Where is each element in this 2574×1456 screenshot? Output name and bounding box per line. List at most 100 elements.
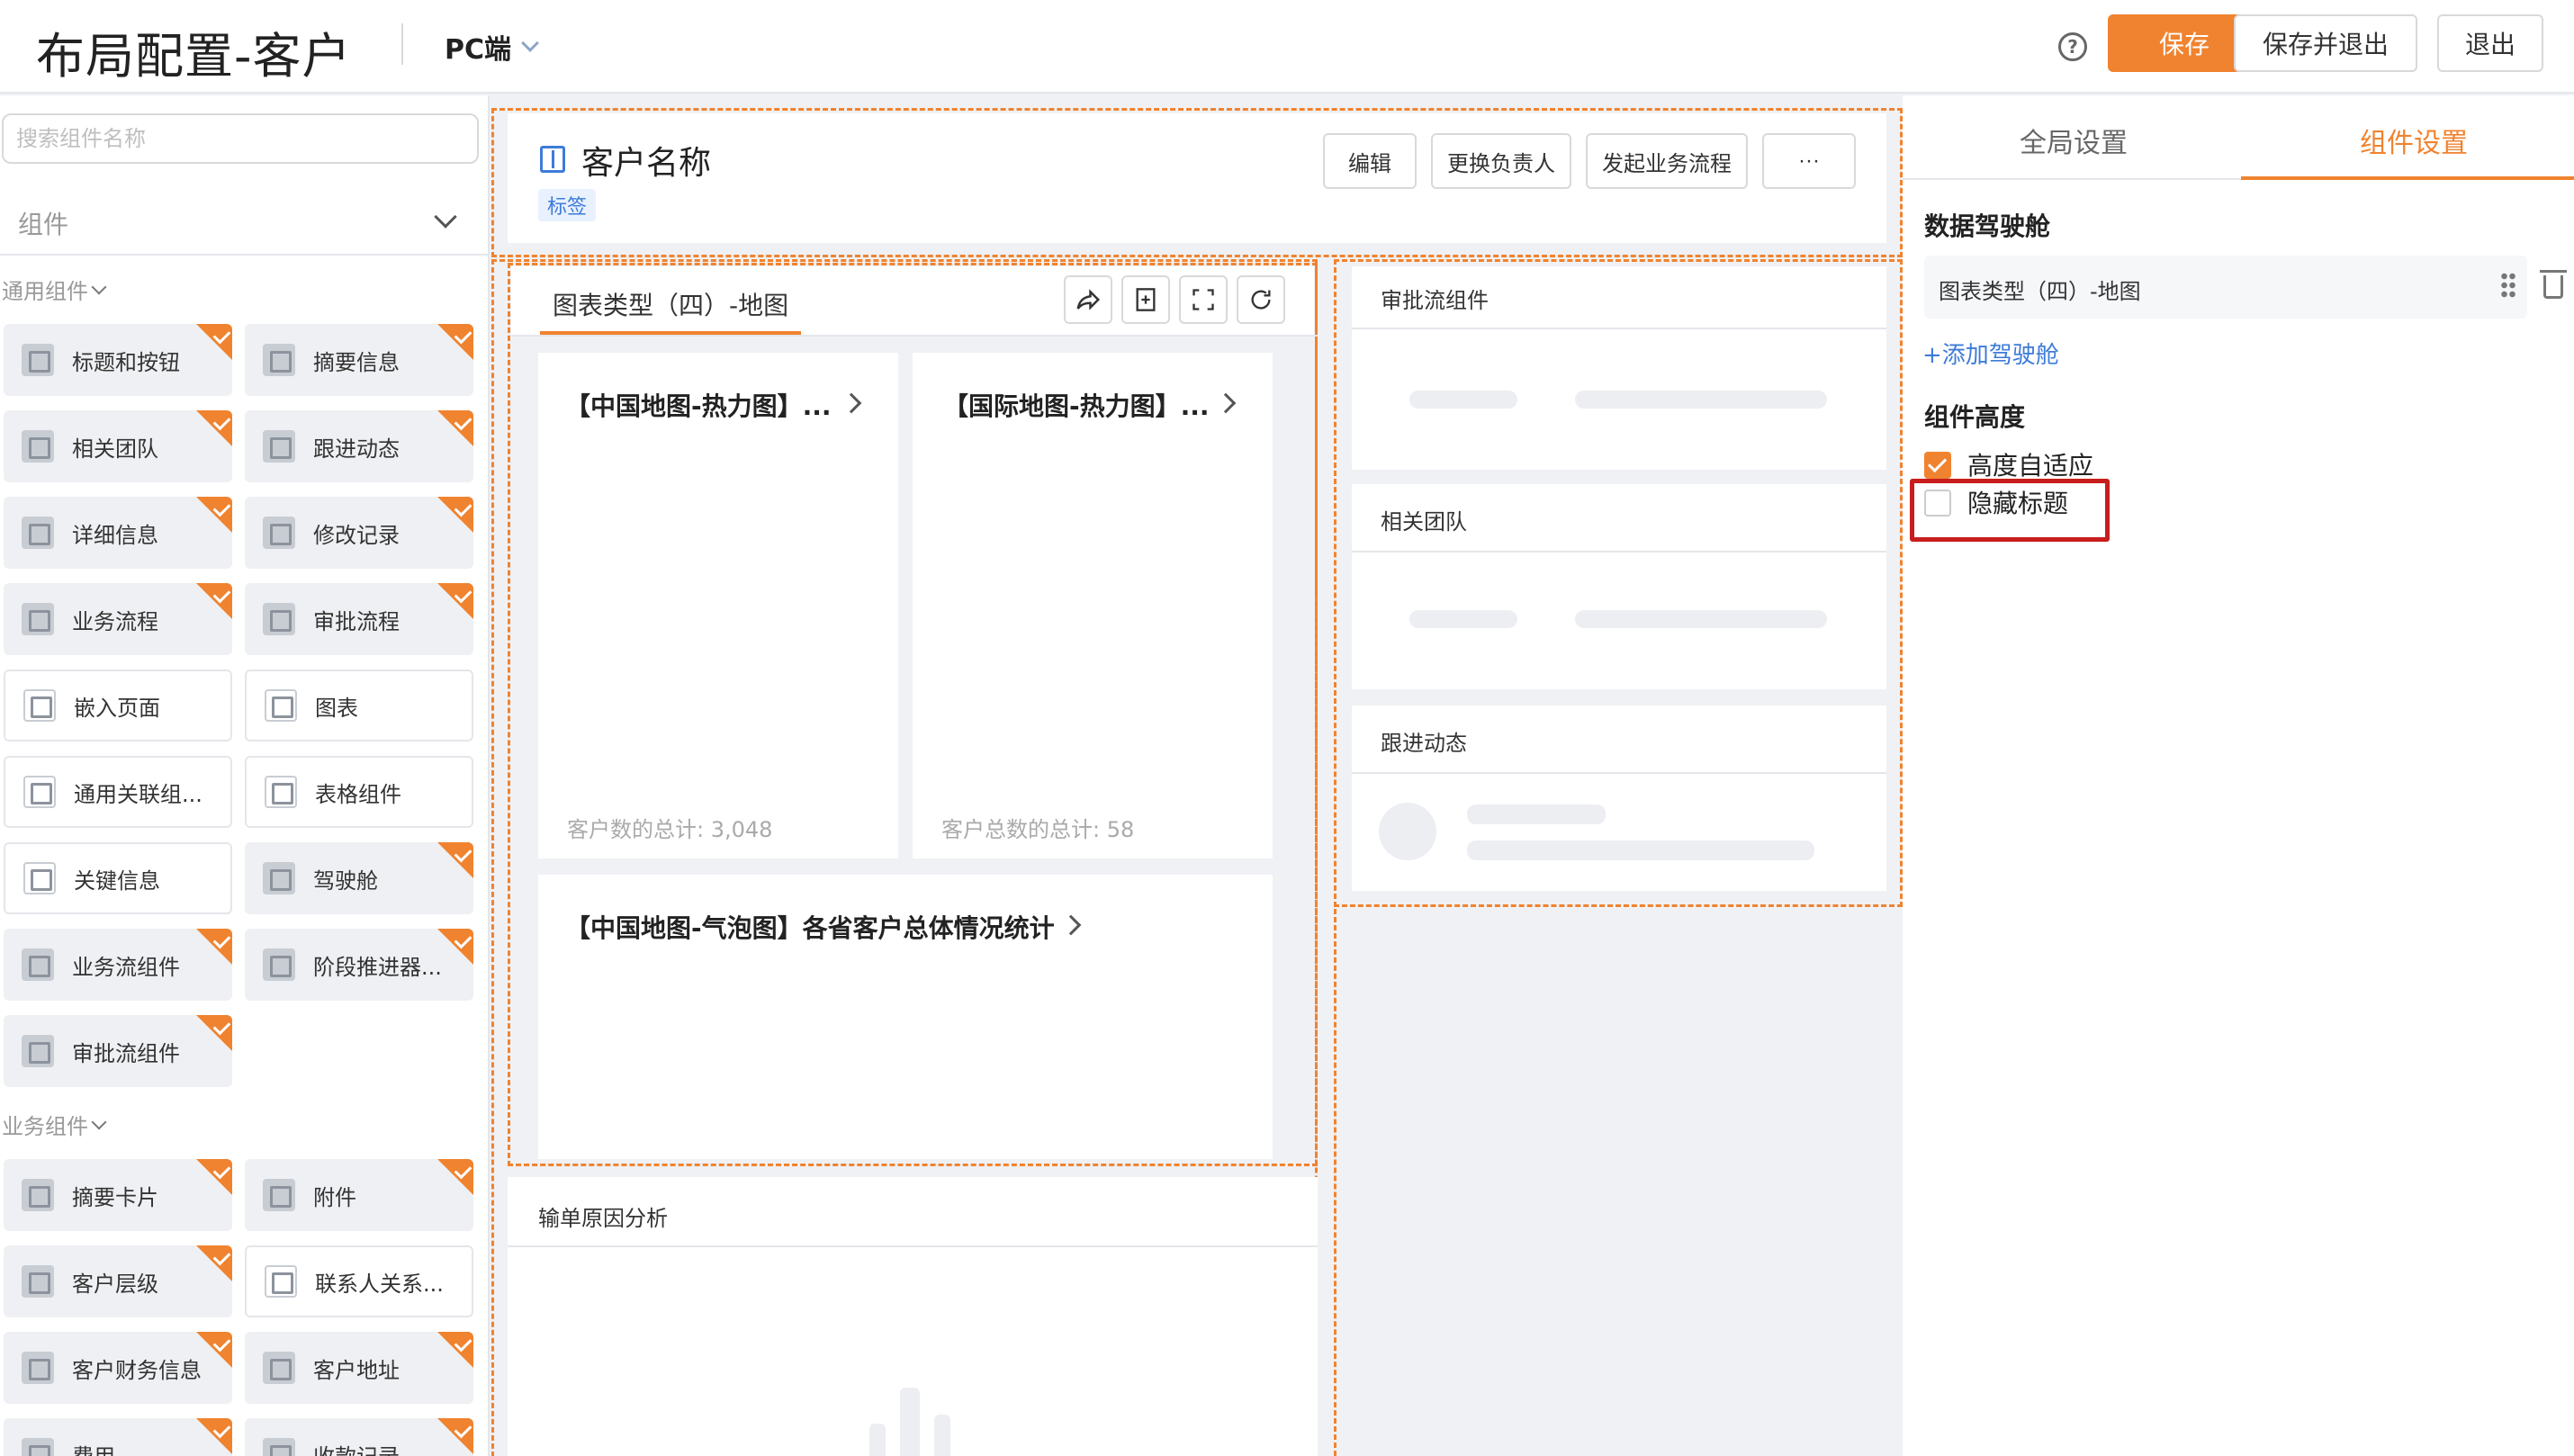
customer-tag: 标签	[538, 189, 597, 221]
component-tile[interactable]: 图表	[245, 670, 473, 741]
component-tile[interactable]: 审批流程	[245, 583, 473, 655]
component-tile[interactable]: 嵌入页面	[4, 670, 232, 741]
component-tile[interactable]: 客户财务信息	[4, 1332, 232, 1404]
component-tile-label: 表格组件	[315, 781, 401, 807]
component-tile[interactable]: 表格组件	[245, 756, 473, 828]
auto-height-checkbox[interactable]	[1924, 452, 1951, 479]
component-tile-label: 相关团队	[72, 436, 158, 462]
component-tile[interactable]: 跟进动态	[245, 410, 473, 482]
add-icon[interactable]	[1121, 275, 1170, 324]
refresh-icon[interactable]	[1237, 275, 1285, 324]
side-column-dropzone-edge	[1334, 909, 1336, 1456]
save-and-exit-button[interactable]: 保存并退出	[2234, 14, 2417, 72]
component-tile[interactable]: 审批流组件	[4, 1015, 232, 1087]
component-tile-label: 附件	[313, 1184, 356, 1210]
china-heatmap-total: 客户数的总计: 3,048	[567, 817, 773, 842]
component-tile-label: 联系人关系...	[315, 1271, 444, 1297]
drag-handle-icon[interactable]	[2500, 272, 2516, 299]
added-check-icon	[437, 583, 473, 619]
component-tile[interactable]: 通用关联组...	[4, 756, 232, 828]
highlight-annotation	[1910, 479, 2110, 542]
fullscreen-icon[interactable]	[1179, 275, 1228, 324]
auto-height-label: 高度自适应	[1967, 451, 2094, 481]
component-tile[interactable]: 阶段推进器...	[245, 929, 473, 1001]
section-divider	[508, 1245, 1318, 1247]
component-icon	[23, 689, 56, 722]
loss-analysis-title: 输单原因分析	[538, 1206, 668, 1231]
component-tile[interactable]: 详细信息	[4, 497, 232, 569]
component-tile-label: 摘要信息	[313, 349, 400, 375]
platform-label: PC端	[445, 34, 512, 66]
added-check-icon	[437, 410, 473, 446]
skeleton-line	[1575, 610, 1827, 628]
component-tile[interactable]: 客户层级	[4, 1245, 232, 1317]
component-tile[interactable]: 业务流程	[4, 583, 232, 655]
help-icon[interactable]: ?	[2058, 32, 2087, 61]
component-tile-label: 跟进动态	[313, 436, 400, 462]
settings-panel: 全局设置 组件设置 数据驾驶舱 图表类型（四）-地图 +添加驾驶舱 组件高度 高…	[1903, 95, 2574, 1456]
china-heatmap-card[interactable]	[538, 353, 898, 858]
component-icon	[263, 1352, 295, 1384]
component-icon	[22, 603, 54, 635]
related-team-title: 相关团队	[1381, 509, 1467, 535]
platform-selector[interactable]: PC端	[445, 27, 539, 67]
approval-flow-title: 审批流组件	[1381, 288, 1489, 313]
component-tile-label: 业务流组件	[72, 954, 180, 980]
component-tile[interactable]: 客户地址	[245, 1332, 473, 1404]
component-tile[interactable]: 相关团队	[4, 410, 232, 482]
cockpit-item[interactable]: 图表类型（四）-地图	[1924, 256, 2527, 319]
component-tile[interactable]: 业务流组件	[4, 929, 232, 1001]
component-tile[interactable]: 摘要卡片	[4, 1159, 232, 1231]
component-tile[interactable]: 修改记录	[245, 497, 473, 569]
component-tile[interactable]: 费用	[4, 1418, 232, 1456]
component-icon	[263, 948, 295, 981]
component-tile[interactable]: 摘要信息	[245, 324, 473, 396]
component-icon	[22, 1352, 54, 1384]
added-check-icon	[196, 324, 232, 360]
added-check-icon	[196, 410, 232, 446]
component-icon	[265, 689, 297, 722]
component-icon	[22, 948, 54, 981]
component-tile-label: 客户地址	[313, 1357, 400, 1383]
component-tile[interactable]: 附件	[245, 1159, 473, 1231]
customer-name-title: 客户名称	[581, 145, 712, 182]
trash-icon[interactable]	[2540, 270, 2567, 299]
component-tile-label: 标题和按钮	[72, 349, 180, 375]
tab-component-settings[interactable]: 组件设置	[2360, 121, 2468, 160]
more-button[interactable]: ···	[1762, 133, 1856, 189]
component-icon	[22, 1179, 54, 1211]
component-tile[interactable]: 驾驶舱	[245, 842, 473, 914]
tab-chart-map[interactable]: 图表类型（四）-地图	[553, 286, 788, 322]
world-heatmap-total: 客户总数的总计: 58	[941, 817, 1135, 842]
added-check-icon	[437, 1159, 473, 1195]
component-icon	[263, 1179, 295, 1211]
component-tile-label: 图表	[315, 695, 358, 721]
group-title-general[interactable]: 通用组件	[2, 274, 107, 305]
component-icon	[22, 517, 54, 549]
tab-global-settings[interactable]: 全局设置	[2020, 121, 2128, 160]
component-select-label: 组件	[18, 210, 69, 239]
change-owner-button[interactable]: 更换负责人	[1431, 133, 1571, 189]
component-tile[interactable]: 关键信息	[4, 842, 232, 914]
component-tile[interactable]: 标题和按钮	[4, 324, 232, 396]
component-type-select[interactable]: 组件	[0, 189, 488, 256]
added-check-icon	[437, 1332, 473, 1368]
component-tile[interactable]: 联系人关系...	[245, 1245, 473, 1317]
edit-button[interactable]: 编辑	[1323, 133, 1417, 189]
component-tile-label: 详细信息	[72, 522, 158, 548]
exit-button[interactable]: 退出	[2437, 14, 2543, 72]
component-icon	[263, 862, 295, 894]
start-process-button[interactable]: 发起业务流程	[1586, 133, 1748, 189]
page-title: 布局配置-客户	[36, 28, 352, 85]
tab-divider	[511, 335, 1318, 337]
group-title-business[interactable]: 业务组件	[2, 1109, 107, 1140]
share-icon[interactable]	[1064, 275, 1112, 324]
add-cockpit-link[interactable]: +添加驾驶舱	[1922, 337, 2059, 370]
search-input[interactable]	[2, 113, 479, 164]
world-heatmap-card[interactable]	[913, 353, 1273, 858]
component-tile[interactable]: 收款记录	[245, 1418, 473, 1456]
chart-placeholder-bar	[900, 1388, 920, 1456]
component-icon	[263, 344, 295, 376]
component-tile-label: 通用关联组...	[74, 781, 202, 807]
china-bubble-map-title: 【中国地图-气泡图】各省客户总体情况统计	[565, 913, 1055, 943]
